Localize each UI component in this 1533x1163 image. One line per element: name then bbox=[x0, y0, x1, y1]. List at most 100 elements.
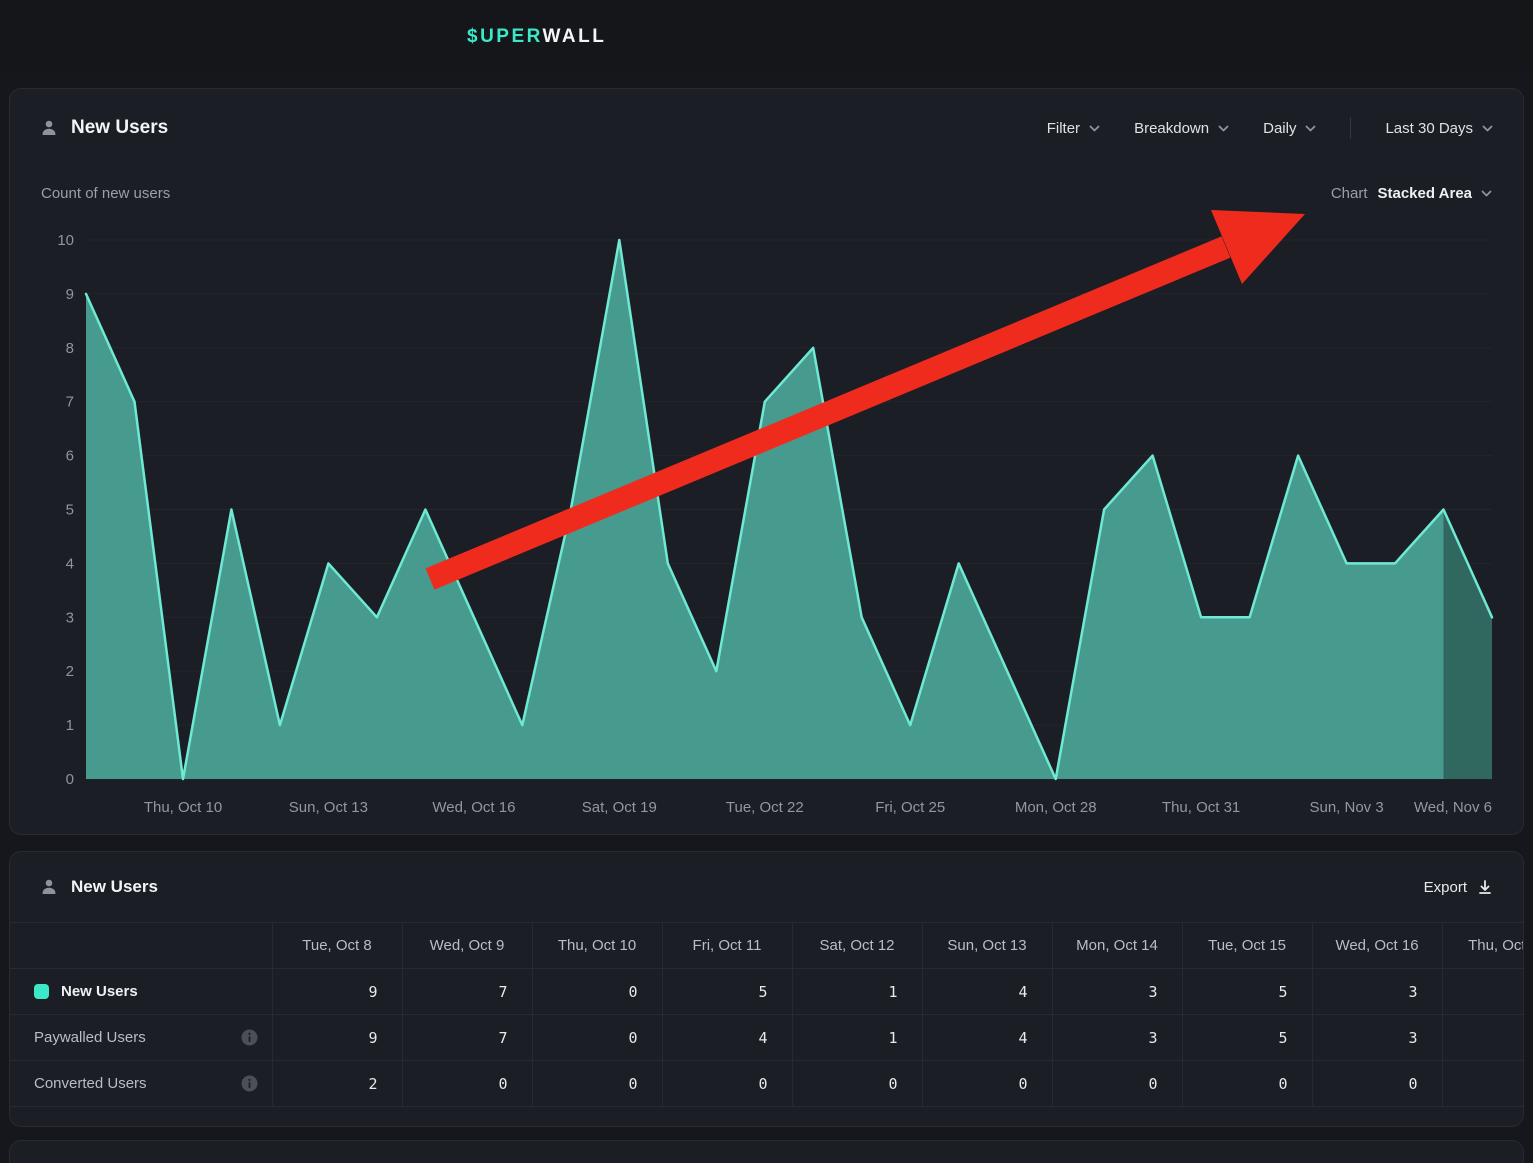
table-cell: 7 bbox=[402, 1015, 532, 1061]
table-corner-cell bbox=[10, 923, 272, 969]
svg-text:Wed, Nov 6: Wed, Nov 6 bbox=[1414, 799, 1492, 816]
info-icon[interactable] bbox=[241, 1075, 258, 1092]
chart-type-dropdown[interactable]: Stacked Area bbox=[1378, 185, 1493, 202]
stacked-area-chart[interactable]: 0 1 2 3 4 5 6 7 8 9 10 Thu, Oct 10 Sun, Oct 13 Wed, O… bbox=[41, 232, 1523, 832]
logo-text-secondary: WALL bbox=[543, 26, 607, 47]
table-cell: 9 bbox=[272, 1015, 402, 1061]
breakdown-dropdown[interactable]: Breakdown bbox=[1134, 120, 1229, 137]
table-row: Paywalled Users970414353 bbox=[10, 1015, 1523, 1061]
svg-text:Wed, Oct 16: Wed, Oct 16 bbox=[432, 799, 515, 816]
table-cell: 0 bbox=[1052, 1061, 1182, 1107]
table-cell bbox=[1442, 1061, 1523, 1107]
svg-text:3: 3 bbox=[66, 609, 74, 626]
person-icon bbox=[40, 878, 58, 896]
table-cell: 0 bbox=[922, 1061, 1052, 1107]
filter-dropdown[interactable]: Filter bbox=[1047, 120, 1100, 137]
new-users-chart-card: New Users Filter Breakdown Daily Last 30… bbox=[9, 88, 1524, 835]
table-cell bbox=[1442, 1015, 1523, 1061]
download-icon bbox=[1477, 879, 1493, 895]
chart-card-title: New Users bbox=[71, 117, 168, 139]
chevron-down-icon bbox=[1218, 125, 1229, 132]
svg-text:Sun, Nov 3: Sun, Nov 3 bbox=[1309, 799, 1383, 816]
table-cell: 3 bbox=[1052, 1015, 1182, 1061]
svg-text:2: 2 bbox=[66, 663, 74, 680]
table-cell: 9 bbox=[272, 969, 402, 1015]
table-cell: 0 bbox=[532, 1061, 662, 1107]
table-cell: 0 bbox=[792, 1061, 922, 1107]
table-cell: 3 bbox=[1312, 969, 1442, 1015]
export-button[interactable]: Export bbox=[1424, 879, 1493, 896]
table-cell bbox=[1442, 969, 1523, 1015]
column-header: Tue, Oct 15 bbox=[1182, 923, 1312, 969]
svg-text:1: 1 bbox=[66, 717, 74, 734]
row-label-converted-users: Converted Users bbox=[10, 1061, 272, 1107]
table-cell: 7 bbox=[402, 969, 532, 1015]
series-swatch bbox=[34, 984, 49, 999]
table-cell: 5 bbox=[662, 969, 792, 1015]
table-cell: 4 bbox=[922, 1015, 1052, 1061]
column-header: Tue, Oct 8 bbox=[272, 923, 402, 969]
table-cell: 0 bbox=[1182, 1061, 1312, 1107]
svg-text:10: 10 bbox=[57, 232, 74, 249]
table-cell: 1 bbox=[792, 1015, 922, 1061]
new-users-data-table: Tue, Oct 8Wed, Oct 9Thu, Oct 10Fri, Oct … bbox=[10, 922, 1523, 1107]
column-header: Fri, Oct 11 bbox=[662, 923, 792, 969]
chevron-down-icon bbox=[1482, 125, 1493, 132]
column-header: Wed, Oct 16 bbox=[1312, 923, 1442, 969]
svg-text:4: 4 bbox=[66, 555, 74, 572]
chart-meta-row: Count of new users Chart Stacked Area bbox=[10, 181, 1523, 205]
column-header: Sun, Oct 13 bbox=[922, 923, 1052, 969]
table-card-title: New Users bbox=[71, 877, 158, 897]
table-cell: 4 bbox=[922, 969, 1052, 1015]
svg-text:Thu, Oct 31: Thu, Oct 31 bbox=[1162, 799, 1240, 816]
chart-type-control: Chart Stacked Area bbox=[1331, 185, 1492, 202]
chart-subtitle: Count of new users bbox=[41, 185, 170, 202]
table-cell: 5 bbox=[1182, 1015, 1312, 1061]
chevron-down-icon bbox=[1481, 190, 1492, 197]
chart-area[interactable]: 0 1 2 3 4 5 6 7 8 9 10 Thu, Oct 10 Sun, Oct 13 Wed, O… bbox=[41, 232, 1523, 832]
table-cell: 3 bbox=[1312, 1015, 1442, 1061]
svg-text:Fri, Oct 25: Fri, Oct 25 bbox=[875, 799, 945, 816]
date-range-dropdown[interactable]: Last 30 Days bbox=[1385, 120, 1493, 137]
table-cell: 0 bbox=[532, 969, 662, 1015]
svg-text:8: 8 bbox=[66, 340, 74, 357]
column-header: Mon, Oct 14 bbox=[1052, 923, 1182, 969]
export-button-label: Export bbox=[1424, 879, 1467, 896]
column-header: Sat, Oct 12 bbox=[792, 923, 922, 969]
chevron-down-icon bbox=[1305, 125, 1316, 132]
top-navigation-bar: $UPERWALL bbox=[0, 0, 1533, 74]
table-cell: 0 bbox=[1312, 1061, 1442, 1107]
table-cell: 1 bbox=[792, 969, 922, 1015]
table-cell: 0 bbox=[662, 1061, 792, 1107]
table-cell: 0 bbox=[532, 1015, 662, 1061]
table-card-header: New Users Export bbox=[10, 852, 1523, 922]
table-cell: 4 bbox=[662, 1015, 792, 1061]
svg-text:Mon, Oct 28: Mon, Oct 28 bbox=[1015, 799, 1097, 816]
info-icon[interactable] bbox=[241, 1029, 258, 1046]
table-header-row: Tue, Oct 8Wed, Oct 9Thu, Oct 10Fri, Oct … bbox=[10, 923, 1523, 969]
table-cell: 3 bbox=[1052, 969, 1182, 1015]
svg-text:7: 7 bbox=[66, 394, 74, 411]
column-header: Thu, Oct 10 bbox=[532, 923, 662, 969]
date-range-dropdown-label: Last 30 Days bbox=[1385, 120, 1473, 137]
chevron-down-icon bbox=[1089, 125, 1100, 132]
data-table-scroll-container[interactable]: Tue, Oct 8Wed, Oct 9Thu, Oct 10Fri, Oct … bbox=[10, 922, 1523, 1107]
superwall-logo[interactable]: $UPERWALL bbox=[467, 26, 606, 48]
new-users-table-card: New Users Export Tue, Oct 8Wed, Oct 9Thu… bbox=[9, 851, 1524, 1127]
svg-text:Sat, Oct 19: Sat, Oct 19 bbox=[582, 799, 657, 816]
interval-dropdown[interactable]: Daily bbox=[1263, 120, 1316, 137]
column-header: Wed, Oct 9 bbox=[402, 923, 532, 969]
svg-text:5: 5 bbox=[66, 502, 74, 519]
interval-dropdown-label: Daily bbox=[1263, 120, 1296, 137]
svg-text:6: 6 bbox=[66, 448, 74, 465]
logo-text-primary: $UPER bbox=[467, 26, 543, 47]
svg-text:Thu, Oct 10: Thu, Oct 10 bbox=[144, 799, 222, 816]
next-card-peek bbox=[9, 1140, 1524, 1163]
table-cell: 0 bbox=[402, 1061, 532, 1107]
breakdown-dropdown-label: Breakdown bbox=[1134, 120, 1209, 137]
svg-text:9: 9 bbox=[66, 286, 74, 303]
svg-text:0: 0 bbox=[66, 771, 74, 788]
chart-type-label: Chart bbox=[1331, 185, 1368, 202]
svg-text:Sun, Oct 13: Sun, Oct 13 bbox=[289, 799, 368, 816]
person-icon bbox=[40, 119, 58, 137]
